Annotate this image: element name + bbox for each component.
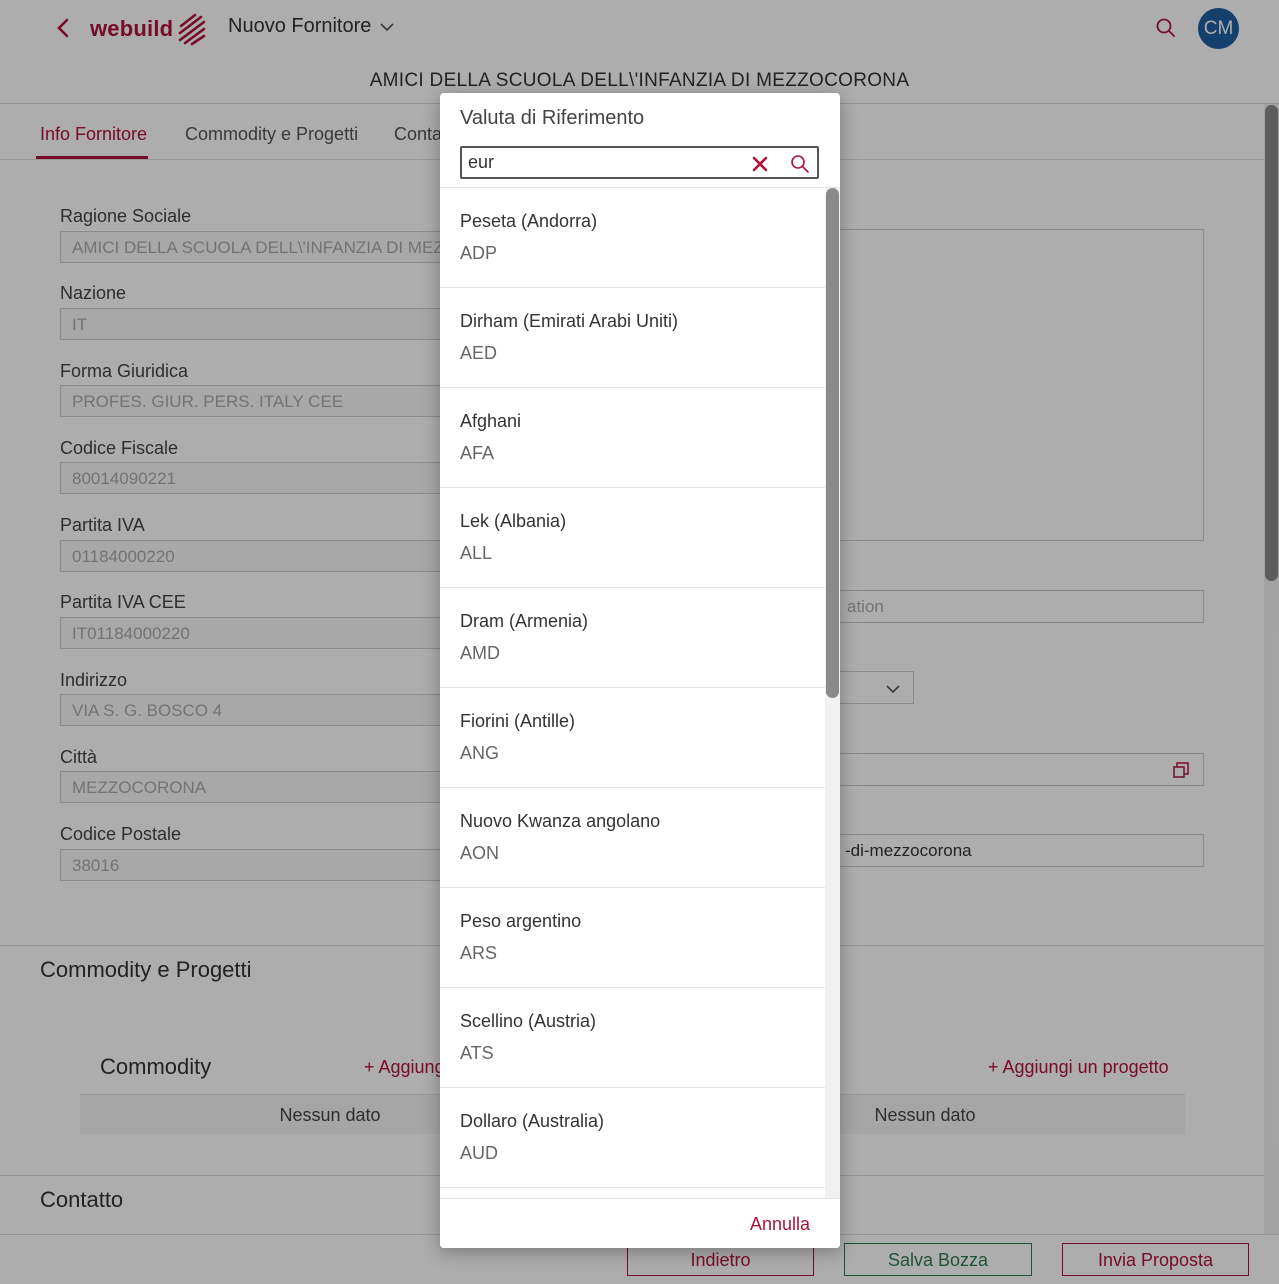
currency-item[interactable]: Scellino (Austria) ATS	[440, 988, 825, 1088]
clear-icon[interactable]	[750, 154, 770, 174]
currency-picker-modal: Valuta di Riferimento Peseta (Andorra) A…	[440, 93, 840, 1248]
currency-item[interactable]: Dirham (Emirati Arabi Uniti) AED	[440, 288, 825, 388]
list-scrollbar-thumb[interactable]	[826, 188, 839, 698]
currency-search-box	[460, 146, 819, 179]
search-icon[interactable]	[789, 153, 811, 175]
currency-item[interactable]: Dollaro (Australia) AUD	[440, 1088, 825, 1188]
currency-code: AFA	[460, 443, 495, 463]
modal-title: Valuta di Riferimento	[460, 107, 645, 129]
currency-code: ARS	[460, 943, 498, 963]
currency-name: Peso argentino	[460, 911, 582, 931]
currency-code: AED	[460, 343, 498, 363]
currency-code: AON	[460, 843, 500, 863]
currency-name: Afghani	[460, 411, 522, 431]
currency-code: ANG	[460, 743, 500, 763]
currency-code: AUD	[460, 1143, 499, 1163]
currency-code: ATS	[460, 1043, 494, 1063]
currency-item[interactable]: Lek (Albania) ALL	[440, 488, 825, 588]
currency-code: ADP	[460, 243, 498, 263]
currency-item[interactable]: Peseta (Andorra) ADP	[440, 188, 825, 288]
cancel-button[interactable]: Annulla	[750, 1214, 810, 1235]
currency-list: Peseta (Andorra) ADP Dirham (Emirati Ara…	[440, 188, 825, 1198]
currency-item[interactable]: Afghani AFA	[440, 388, 825, 488]
currency-item[interactable]: Peso argentino ARS	[440, 888, 825, 988]
currency-name: Scellino (Austria)	[460, 1011, 597, 1031]
list-scrollbar[interactable]	[825, 188, 840, 1198]
currency-name: Fiorini (Antille)	[460, 711, 576, 731]
currency-code: ALL	[460, 543, 493, 563]
currency-name: Dram (Armenia)	[460, 611, 589, 631]
currency-search-input[interactable]	[468, 150, 738, 175]
modal-footer: Annulla	[440, 1198, 840, 1248]
currency-name: Lek (Albania)	[460, 511, 567, 531]
currency-code: AMD	[460, 643, 500, 663]
currency-item[interactable]: Fiorini (Antille) ANG	[440, 688, 825, 788]
currency-item[interactable]: Nuovo Kwanza angolano AON	[440, 788, 825, 888]
currency-name: Nuovo Kwanza angolano	[460, 811, 661, 831]
currency-name: Dirham (Emirati Arabi Uniti)	[460, 311, 679, 331]
currency-name: Peseta (Andorra)	[460, 211, 598, 231]
currency-item[interactable]: Dram (Armenia) AMD	[440, 588, 825, 688]
currency-name: Dollaro (Australia)	[460, 1111, 605, 1131]
